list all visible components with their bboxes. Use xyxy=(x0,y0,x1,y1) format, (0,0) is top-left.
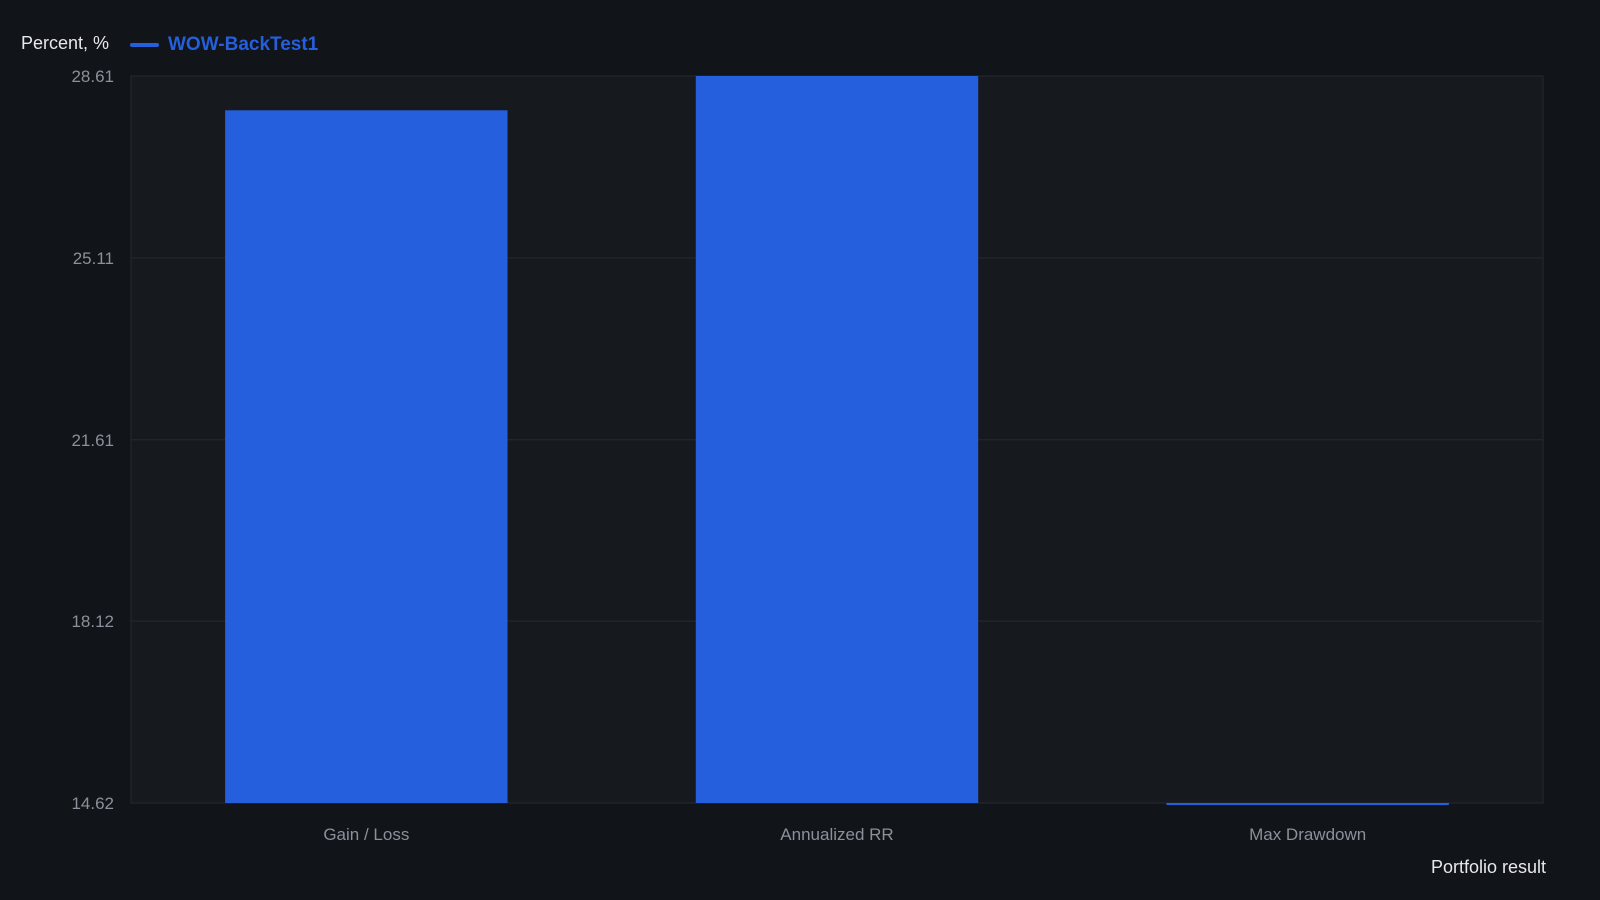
y-tick-label: 14.62 xyxy=(71,794,114,813)
y-tick-label: 21.61 xyxy=(71,431,114,450)
x-tick-label: Max Drawdown xyxy=(1249,825,1366,844)
bar-gain-loss xyxy=(225,110,508,803)
bar-annualized-rr xyxy=(695,76,979,803)
x-tick-label: Annualized RR xyxy=(780,825,893,844)
y-tick-label: 18.12 xyxy=(71,612,114,631)
plot-area: 28.61 25.11 21.61 18.12 14.62 Gain / Loss Annu… xyxy=(71,67,1544,844)
bar-max-drawdown xyxy=(1166,803,1449,806)
x-tick-label: Gain / Loss xyxy=(323,825,409,844)
y-tick-label: 28.61 xyxy=(71,67,114,86)
x-axis-title: Portfolio result xyxy=(1430,857,1546,877)
y-tick-label: 25.11 xyxy=(73,249,114,268)
chart-container: Percent, % WOW-BackTest1 28.61 25.11 21.61… xyxy=(0,0,1600,900)
